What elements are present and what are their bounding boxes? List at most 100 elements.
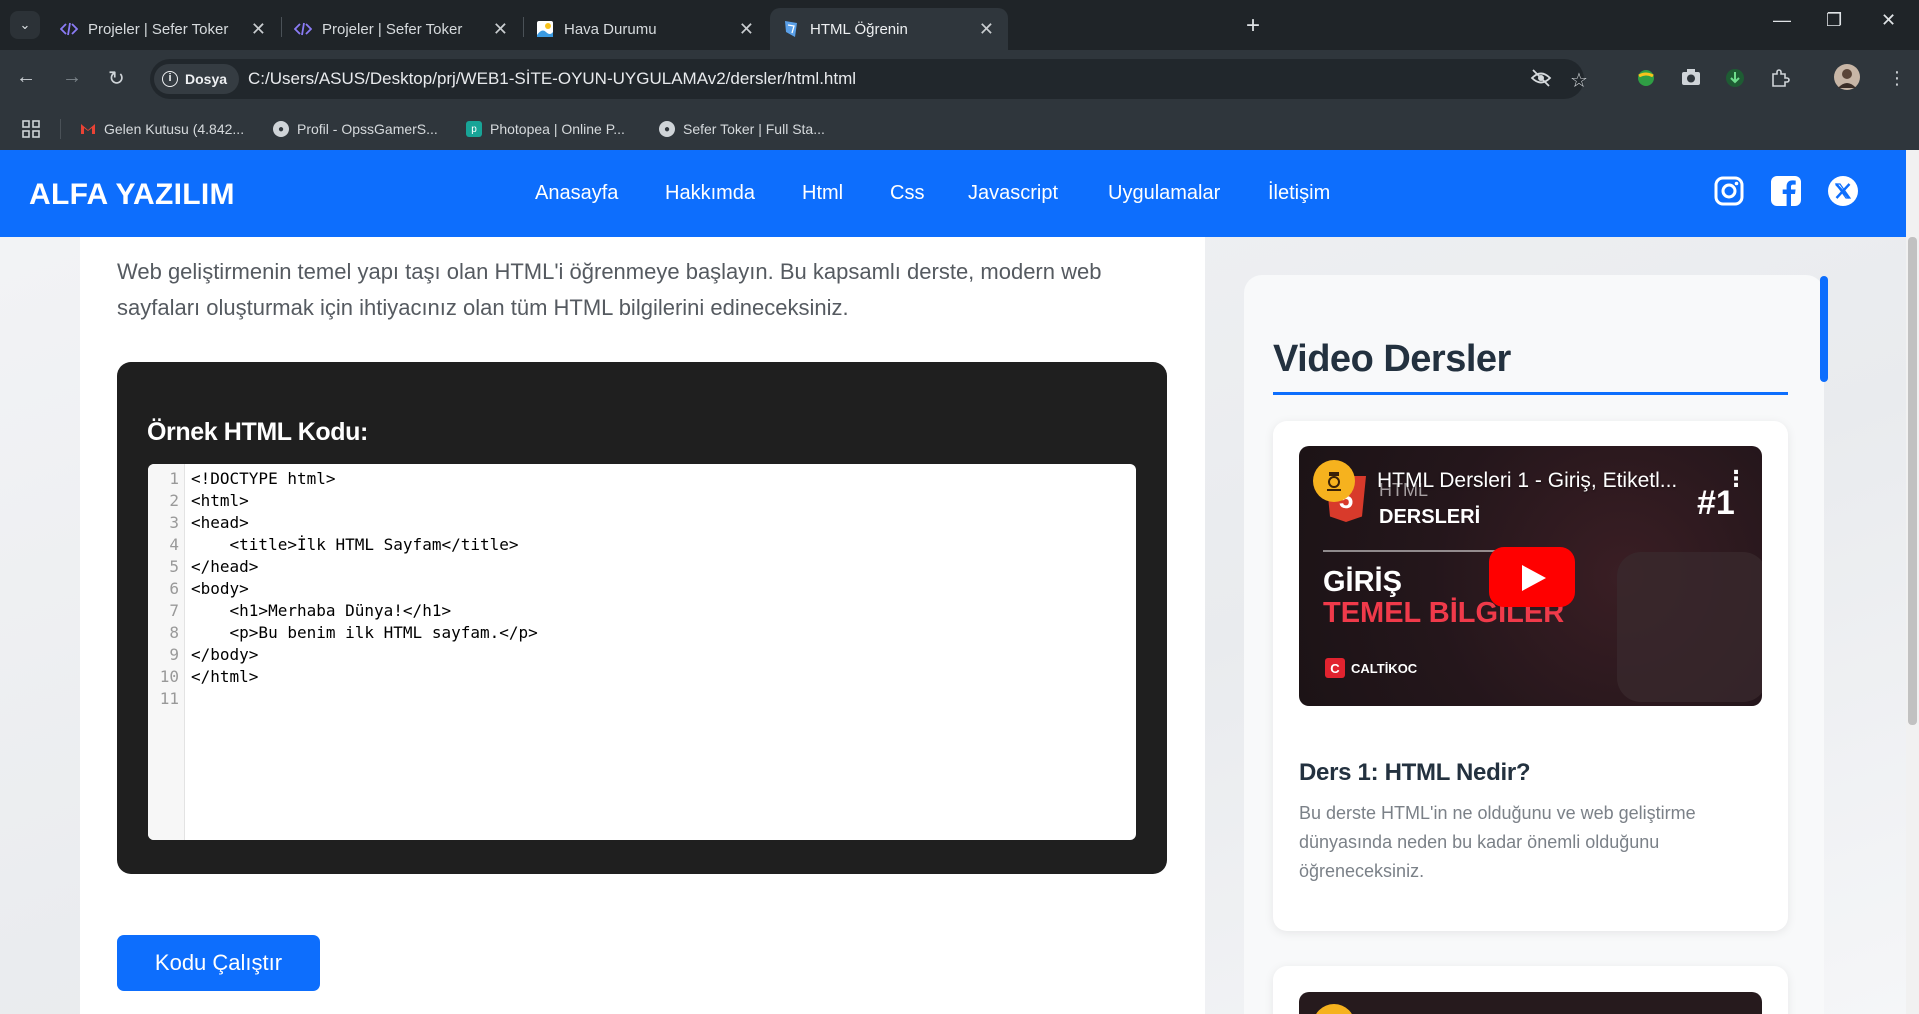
close-icon[interactable]: ✕ (979, 19, 994, 40)
code-line: <h1>Merhaba Dünya!</h1> (191, 601, 452, 620)
line-number: 5 (169, 557, 179, 576)
back-icon[interactable]: ← (16, 66, 36, 89)
bookmark-photopea[interactable]: p Photopea | Online P... (466, 117, 625, 141)
line-number: 10 (159, 667, 179, 686)
nav-javascript[interactable]: Javascript (968, 182, 1058, 205)
channel-avatar[interactable] (1313, 1004, 1355, 1014)
channel-avatar[interactable] (1313, 460, 1355, 502)
bookmark-label: Sefer Toker | Full Sta... (683, 121, 825, 137)
code-line: <body> (191, 579, 249, 598)
camera-icon[interactable] (1681, 68, 1701, 91)
tab-title: Projeler | Sefer Toker (322, 20, 463, 38)
play-button-icon[interactable] (1489, 547, 1575, 607)
browser-tab[interactable]: Projeler | Sefer Toker ✕ (282, 8, 522, 50)
nav-anasayfa[interactable]: Anasayfa (535, 182, 618, 205)
bookmark-label: Profil - OpssGamerS... (297, 121, 438, 137)
video-card (1273, 966, 1788, 1014)
video-lesson-title: Ders 1: HTML Nedir? (1299, 759, 1531, 786)
eye-off-icon[interactable] (1530, 68, 1552, 94)
tab-search-button[interactable]: ⌄ (10, 11, 40, 39)
nav-css[interactable]: Css (890, 182, 924, 205)
download-icon[interactable] (1725, 68, 1745, 93)
bookmark-profile[interactable]: ● Profil - OpssGamerS... (273, 117, 438, 141)
nav-html[interactable]: Html (802, 182, 843, 205)
page-scrollbar-thumb[interactable] (1908, 237, 1917, 725)
code-example-box: Örnek HTML Kodu: 1 2 3 4 5 6 7 8 9 10 11… (117, 362, 1167, 874)
line-number: 1 (169, 469, 179, 488)
tab-title: Hava Durumu (564, 20, 657, 38)
code-icon (294, 20, 312, 38)
code-icon (60, 20, 78, 38)
line-number: 6 (169, 579, 179, 598)
sidebar-scrollbar[interactable] (1820, 276, 1828, 382)
code-line: <head> (191, 513, 249, 532)
thumb-giris-text: GİRİŞ (1323, 566, 1402, 598)
code-editor[interactable]: 1 2 3 4 5 6 7 8 9 10 11 <!DOCTYPE html> … (148, 464, 1136, 840)
run-code-button[interactable]: Kodu Çalıştır (117, 935, 320, 991)
instagram-icon[interactable] (1712, 174, 1746, 208)
extension-globe-icon[interactable] (1636, 68, 1656, 93)
site-chip-label: Dosya (185, 71, 228, 87)
page-viewport: Web geliştirmenin temel yapı taşı olan H… (0, 150, 1919, 1014)
bookmark-label: Gelen Kutusu (4.842... (104, 121, 245, 137)
bookmarks-bar: Gelen Kutusu (4.842... ● Profil - OpssGa… (0, 108, 1919, 150)
info-icon: i (162, 71, 178, 87)
restore-icon[interactable]: ❐ (1826, 10, 1842, 31)
sidebar-title: Video Dersler (1273, 338, 1511, 380)
close-icon[interactable]: ✕ (251, 19, 266, 40)
address-bar[interactable]: i Dosya C:/Users/ASUS/Desktop/prj/WEB1-S… (150, 59, 1588, 99)
browser-tab[interactable]: Hava Durumu ✕ (524, 8, 768, 50)
line-number: 4 (169, 535, 179, 554)
thumb-divider (1323, 550, 1513, 552)
close-window-icon[interactable]: ✕ (1881, 10, 1896, 31)
thumb-dersleri-text: DERSLERİ (1379, 506, 1481, 528)
url-text[interactable]: C:/Users/ASUS/Desktop/prj/WEB1-SİTE-OYUN… (248, 69, 856, 89)
x-twitter-icon[interactable] (1826, 174, 1860, 208)
apps-grid-icon[interactable] (22, 117, 40, 141)
reload-icon[interactable]: ↻ (108, 66, 125, 91)
minimize-icon[interactable]: — (1773, 10, 1791, 31)
star-icon[interactable]: ☆ (1570, 68, 1588, 93)
browser-tab-active[interactable]: HTML Öğrenin ✕ (770, 8, 1008, 50)
thumb-brand: C CALTİKOC (1325, 658, 1417, 678)
gmail-icon (80, 121, 96, 137)
extensions-puzzle-icon[interactable] (1770, 68, 1790, 93)
tab-title: HTML Öğrenin (810, 20, 908, 38)
close-icon[interactable]: ✕ (493, 19, 508, 40)
line-number: 2 (169, 491, 179, 510)
browser-tab[interactable]: Projeler | Sefer Toker ✕ (48, 8, 280, 50)
browser-toolbar: ← → ↻ i Dosya C:/Users/ASUS/Desktop/prj/… (0, 50, 1919, 108)
line-number: 8 (169, 623, 179, 642)
bookmark-gmail[interactable]: Gelen Kutusu (4.842... (80, 117, 244, 141)
caltikoc-logo-icon: C (1325, 658, 1345, 678)
weather-icon (536, 20, 554, 38)
code-line: <!DOCTYPE html> (191, 469, 336, 488)
site-info-chip[interactable]: i Dosya (154, 64, 240, 94)
youtube-video-title[interactable]: HTML Dersleri 1 - Giriş, Etiketl... (1377, 469, 1677, 493)
close-icon[interactable]: ✕ (739, 19, 754, 40)
code-line: <html> (191, 491, 249, 510)
forward-icon[interactable]: → (62, 66, 82, 89)
nav-hakkimda[interactable]: Hakkımda (665, 182, 755, 205)
site-logo[interactable]: ALFA YAZILIM (29, 178, 235, 212)
code-line: <p>Bu benim ilk HTML sayfam.</p> (191, 623, 538, 642)
youtube-video-embed[interactable]: 5 HTML DERSLERİ #1 GİRİŞ TEMEL BİLGİLER … (1299, 446, 1762, 706)
chevron-down-icon: ⌄ (19, 17, 31, 32)
code-title: Örnek HTML Kodu: (147, 418, 368, 446)
kebab-menu-icon[interactable]: ⋮ (1888, 68, 1906, 89)
bookmark-sefer-toker[interactable]: ● Sefer Toker | Full Sta... (659, 117, 825, 141)
intro-paragraph: Web geliştirmenin temel yapı taşı olan H… (117, 259, 1102, 320)
facebook-icon[interactable] (1769, 174, 1803, 208)
nav-uygulamalar[interactable]: Uygulamalar (1108, 182, 1220, 205)
new-tab-button[interactable]: + (1246, 12, 1260, 40)
nav-iletisim[interactable]: İletişim (1268, 182, 1330, 205)
globe-icon: ● (659, 121, 675, 137)
sidebar-title-underline (1273, 392, 1788, 395)
video-card: 5 HTML DERSLERİ #1 GİRİŞ TEMEL BİLGİLER … (1273, 421, 1788, 931)
video-lesson-description: Bu derste HTML'in ne olduğunu ve web gel… (1299, 803, 1696, 881)
avatar[interactable] (1834, 64, 1860, 95)
code-line: </html> (191, 667, 259, 686)
more-options-icon[interactable]: ⋮ (1725, 466, 1747, 492)
page-favicon-icon (782, 20, 800, 38)
youtube-video-embed[interactable] (1299, 992, 1762, 1014)
